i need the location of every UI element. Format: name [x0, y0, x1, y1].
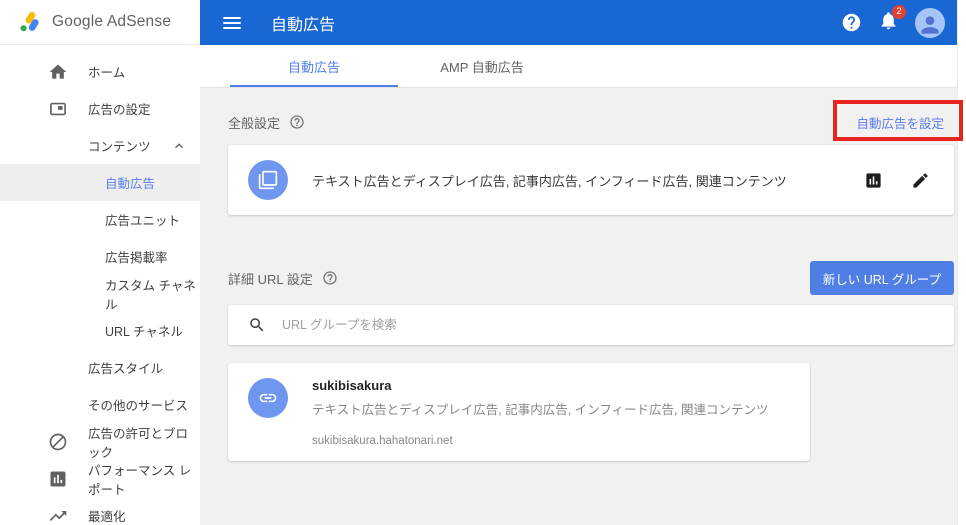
chevron-up-icon	[175, 142, 183, 148]
scrollbar[interactable]	[957, 0, 966, 525]
topbar-actions: 2	[841, 4, 957, 38]
search-icon	[250, 318, 264, 332]
sidebar-item-label: コンテンツ	[88, 140, 151, 154]
sidebar-item-label: 広告掲載率	[105, 251, 168, 265]
sidebar-item-label: 広告の設定	[88, 103, 151, 117]
home-icon	[49, 64, 67, 79]
sidebar: Google AdSense ホーム 広告の設定 コンテンツ 自動広告 広告ユニ…	[0, 0, 200, 525]
help-circle-icon[interactable]	[289, 114, 305, 130]
general-settings-heading: 全般設定	[228, 115, 281, 131]
copy-pages-icon	[258, 170, 278, 190]
sidebar-item-custom-channels[interactable]: カスタム チャネル	[0, 275, 200, 312]
brand-name: Google AdSense	[52, 13, 172, 30]
url-group-circle	[248, 378, 288, 418]
sidebar-item-ad-styles[interactable]: 広告スタイル	[0, 349, 200, 386]
url-group-search	[228, 305, 954, 345]
url-group-card[interactable]: sukibisakura テキスト広告とディスプレイ広告, 記事内広告, インフ…	[228, 363, 810, 461]
url-group-name: sukibisakura	[312, 378, 392, 393]
general-settings-header: 全般設定 自動広告を設定	[228, 102, 954, 142]
ad-formats-circle	[248, 160, 288, 200]
main-content: 自動広告 AMP 自動広告 全般設定 自動広告を設定 テキスト広告とディスプレイ…	[200, 45, 957, 525]
notifications-button[interactable]: 2	[878, 4, 906, 36]
sidebar-item-label: パフォーマンス レポート	[88, 463, 192, 497]
sidebar-item-auto-ads[interactable]: 自動広告	[0, 164, 200, 201]
sidebar-item-optimization[interactable]: 最適化	[0, 497, 200, 525]
adsense-logo-icon	[20, 11, 39, 32]
setup-auto-ads-link[interactable]: 自動広告を設定	[856, 113, 944, 132]
sidebar-item-home[interactable]: ホーム	[0, 53, 200, 90]
link-icon	[259, 393, 277, 403]
bar-chart-icon	[50, 471, 66, 486]
sidebar-nav: ホーム 広告の設定 コンテンツ 自動広告 広告ユニット 広告掲載率 カスタム チ…	[0, 45, 200, 525]
sidebar-item-label: その他のサービス	[88, 399, 189, 413]
search-input[interactable]	[282, 318, 934, 332]
sidebar-item-label: 広告スタイル	[88, 362, 164, 376]
report-icon[interactable]	[864, 171, 883, 190]
sidebar-item-label: 自動広告	[105, 177, 156, 191]
sidebar-item-other-services[interactable]: その他のサービス	[0, 386, 200, 423]
tab-auto-ads[interactable]: 自動広告	[230, 45, 398, 87]
tab-bar: 自動広告 AMP 自動広告	[200, 45, 957, 88]
ad-box-icon	[50, 102, 66, 115]
sidebar-item-performance-reports[interactable]: パフォーマンス レポート	[0, 460, 200, 497]
url-settings-heading: 詳細 URL 設定	[228, 271, 313, 287]
url-group-url: sukibisakura.hahatonari.net	[312, 435, 453, 447]
adsense-page: Google AdSense ホーム 広告の設定 コンテンツ 自動広告 広告ユニ…	[0, 0, 966, 525]
url-settings-header: 詳細 URL 設定 新しい URL グループ	[228, 258, 954, 298]
topbar: 自動広告 2	[200, 0, 957, 45]
sidebar-item-label: 広告ユニット	[105, 214, 181, 228]
ad-formats-text: テキスト広告とディスプレイ広告, 記事内広告, インフィード広告, 関連コンテン…	[312, 173, 787, 189]
help-icon[interactable]	[841, 12, 862, 33]
sidebar-item-label: URL チャネル	[105, 325, 183, 339]
trending-up-icon	[49, 510, 67, 521]
page-title: 自動広告	[271, 16, 336, 34]
sidebar-item-ad-units[interactable]: 広告ユニット	[0, 201, 200, 238]
person-icon	[921, 15, 939, 34]
sidebar-item-content[interactable]: コンテンツ	[0, 127, 200, 164]
tab-amp-auto-ads[interactable]: AMP 自動広告	[398, 45, 566, 87]
auto-ads-summary-card: テキスト広告とディスプレイ広告, 記事内広告, インフィード広告, 関連コンテン…	[228, 145, 954, 215]
help-circle-icon[interactable]	[322, 270, 338, 286]
edit-icon[interactable]	[911, 171, 930, 190]
block-icon	[49, 433, 67, 450]
sidebar-item-allow-block[interactable]: 広告の許可とブロック	[0, 423, 200, 460]
avatar[interactable]	[915, 7, 945, 38]
content-area: 全般設定 自動広告を設定 テキスト広告とディスプレイ広告, 記事内広告, インフ…	[200, 102, 957, 461]
brand-header[interactable]: Google AdSense	[0, 0, 200, 45]
sidebar-item-ad-settings[interactable]: 広告の設定	[0, 90, 200, 127]
sidebar-item-label: 広告の許可とブロック	[88, 426, 189, 460]
new-url-group-button[interactable]: 新しい URL グループ	[809, 261, 954, 295]
notification-badge: 2	[892, 4, 906, 19]
sidebar-item-url-channels[interactable]: URL チャネル	[0, 312, 200, 349]
url-group-ad-formats: テキスト広告とディスプレイ広告, 記事内広告, インフィード広告, 関連コンテン…	[312, 403, 769, 417]
sidebar-item-label: カスタム チャネル	[105, 278, 196, 312]
sidebar-item-ad-serving-rate[interactable]: 広告掲載率	[0, 238, 200, 275]
menu-icon[interactable]	[223, 16, 241, 29]
